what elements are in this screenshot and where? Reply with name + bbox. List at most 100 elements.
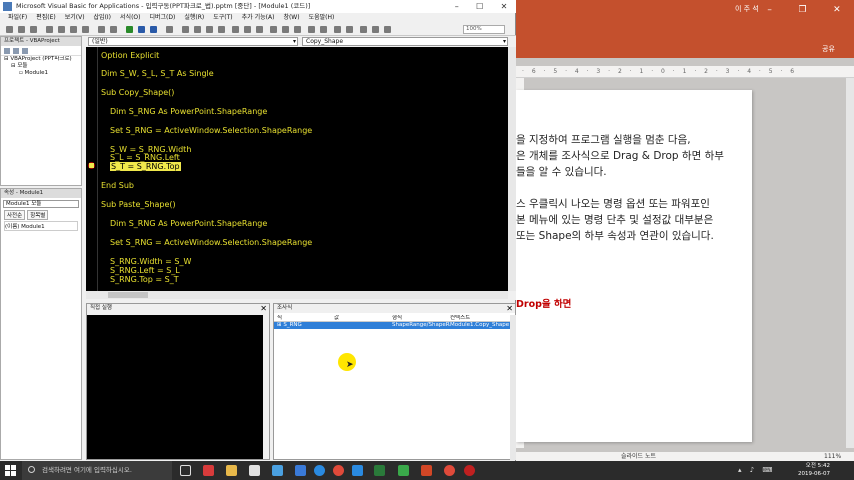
code-line[interactable]: Dim S_RNG As PowerPoint.ShapeRange — [110, 219, 267, 228]
close-icon[interactable]: ✕ — [260, 304, 267, 313]
zoom-combo[interactable]: 100% — [463, 25, 505, 34]
view-object-icon[interactable] — [13, 48, 19, 54]
view-code-icon[interactable] — [4, 48, 10, 54]
menu-view[interactable]: 보기(V) — [65, 13, 85, 23]
next-bookmark-icon[interactable] — [372, 26, 379, 33]
zoom-level[interactable]: 111% — [824, 452, 841, 461]
mail-icon[interactable] — [272, 465, 283, 476]
menu-format[interactable]: 서식(O) — [120, 13, 140, 23]
find-icon[interactable] — [82, 26, 89, 33]
calculator-icon[interactable] — [295, 465, 306, 476]
code-line[interactable]: Option Explicit — [101, 51, 159, 60]
maximize-icon[interactable]: ☐ — [476, 0, 483, 13]
reset-icon[interactable] — [150, 26, 157, 33]
minimize-icon[interactable]: – — [455, 0, 459, 13]
chrome-icon[interactable] — [444, 465, 455, 476]
breakpoint-margin[interactable] — [86, 47, 98, 291]
menu-tools[interactable]: 도구(T) — [213, 13, 232, 23]
properties-icon[interactable] — [194, 26, 201, 33]
comment-icon[interactable] — [334, 26, 341, 33]
store-icon[interactable] — [249, 465, 260, 476]
design-mode-icon[interactable] — [166, 26, 173, 33]
undo-icon[interactable] — [98, 26, 105, 33]
code-line-current[interactable]: S_T = S_RNG.Top — [110, 162, 181, 171]
col-value[interactable]: 값 — [334, 315, 392, 321]
app-icon[interactable] — [203, 465, 214, 476]
cut-icon[interactable] — [46, 26, 53, 33]
clear-bookmarks-icon[interactable] — [384, 26, 391, 33]
indent-icon[interactable] — [308, 26, 315, 33]
app-icon-green[interactable] — [374, 465, 385, 476]
step-out-icon[interactable] — [256, 26, 263, 33]
code-editor[interactable]: Option Explicit Dim S_W, S_L, S_T As Sing… — [86, 47, 508, 291]
minimize-icon[interactable]: – — [767, 5, 772, 15]
scroll-thumb[interactable] — [108, 292, 148, 298]
object-combo[interactable]: (일반) ▾ — [88, 37, 298, 46]
property-row-name[interactable]: (이름) Module1 — [4, 221, 78, 231]
procedure-combo[interactable]: Copy_Shape ▾ — [302, 37, 508, 46]
menu-window[interactable]: 창(W) — [283, 13, 299, 23]
watch-vertical-scrollbar[interactable] — [510, 315, 516, 460]
powerpoint-icon[interactable] — [421, 465, 432, 476]
uncomment-icon[interactable] — [346, 26, 353, 33]
menu-debug[interactable]: 디버그(D) — [149, 13, 175, 23]
code-line[interactable]: Sub Copy_Shape() — [101, 88, 174, 97]
restore-icon[interactable]: ❐ — [798, 5, 806, 15]
file-explorer-icon[interactable] — [226, 465, 237, 476]
code-line[interactable]: Dim S_RNG As PowerPoint.ShapeRange — [110, 107, 267, 116]
insert-module-icon[interactable] — [18, 26, 25, 33]
menu-run[interactable]: 실행(R) — [184, 13, 204, 23]
code-line[interactable]: Sub Paste_Shape() — [101, 200, 176, 209]
immediate-input[interactable] — [87, 315, 263, 459]
code-line[interactable]: Set S_RNG = ActiveWindow.Selection.Shape… — [110, 126, 312, 135]
col-expression[interactable]: 식 — [274, 315, 334, 321]
run-icon[interactable] — [126, 26, 133, 33]
code-line[interactable]: S_RNG.Width = S_W — [110, 257, 191, 266]
code-line[interactable]: S_L = S_RNG.Left — [110, 153, 180, 162]
col-context[interactable]: 컨텍스트 — [450, 315, 510, 321]
edge-icon[interactable] — [314, 465, 325, 476]
close-icon[interactable]: ✕ — [506, 304, 513, 313]
properties-object-combo[interactable]: Module1 모듈 — [3, 200, 79, 208]
call-stack-icon[interactable] — [294, 26, 301, 33]
recorder-icon[interactable] — [464, 465, 475, 476]
step-over-icon[interactable] — [244, 26, 251, 33]
menu-help[interactable]: 도움말(H) — [309, 13, 335, 23]
tree-item-project[interactable]: ⊟ VBAProject (PPT파크로) — [1, 56, 81, 63]
copy-icon[interactable] — [58, 26, 65, 33]
paste-icon[interactable] — [70, 26, 77, 33]
menu-edit[interactable]: 편집(E) — [36, 13, 56, 23]
quick-watch-icon[interactable] — [282, 26, 289, 33]
view-host-icon[interactable] — [6, 26, 13, 33]
step-into-icon[interactable] — [232, 26, 239, 33]
save-icon[interactable] — [30, 26, 37, 33]
tab-alphabetic[interactable]: 사전순 — [4, 210, 26, 220]
toggle-folders-icon[interactable] — [22, 48, 28, 54]
col-type[interactable]: 형식 — [392, 315, 450, 321]
tree-item-module1[interactable]: ▫ Module1 — [1, 70, 81, 77]
ie-icon[interactable] — [352, 465, 363, 476]
menu-addins[interactable]: 추가 기능(A) — [242, 13, 275, 23]
close-icon[interactable]: ✕ — [501, 0, 508, 13]
notes-button[interactable]: 슬라이드 노트 — [621, 452, 656, 461]
slide-canvas[interactable]: 을 지정하여 프로그램 실행을 멈춘 다음, 은 개체를 조사식으로 Drag … — [516, 90, 752, 442]
code-line[interactable]: S_RNG.Left = S_L — [110, 266, 180, 275]
code-line[interactable]: S_RNG.Top = S_T — [110, 275, 179, 284]
redo-icon[interactable] — [110, 26, 117, 33]
tree-item-modules[interactable]: ⊟ 모듈 — [1, 63, 81, 70]
excel-icon[interactable] — [398, 465, 409, 476]
code-vertical-scrollbar[interactable] — [508, 47, 516, 291]
toolbox-icon[interactable] — [218, 26, 225, 33]
code-line[interactable]: End Sub — [101, 181, 134, 190]
ppt-vertical-scrollbar[interactable] — [846, 78, 854, 448]
break-icon[interactable] — [138, 26, 145, 33]
code-line[interactable]: Set S_RNG = ActiveWindow.Selection.Shape… — [110, 238, 312, 247]
windows-start-icon[interactable] — [5, 465, 16, 476]
clock[interactable]: 오전 5:42 2019-06-07 — [790, 462, 830, 478]
taskbar-search-box[interactable]: 검색하려면 여기에 입력하십시오. — [22, 461, 172, 480]
system-tray-icons[interactable]: ▴ ♪ ⌨ — [738, 466, 776, 474]
close-icon[interactable]: ✕ — [833, 5, 841, 15]
code-line[interactable]: Dim S_W, S_L, S_T As Single — [101, 69, 214, 78]
outdent-icon[interactable] — [320, 26, 327, 33]
watch-row[interactable]: ⊞ S_RNG ShapeRange/ShapeRa Module1.Copy_… — [274, 322, 510, 329]
